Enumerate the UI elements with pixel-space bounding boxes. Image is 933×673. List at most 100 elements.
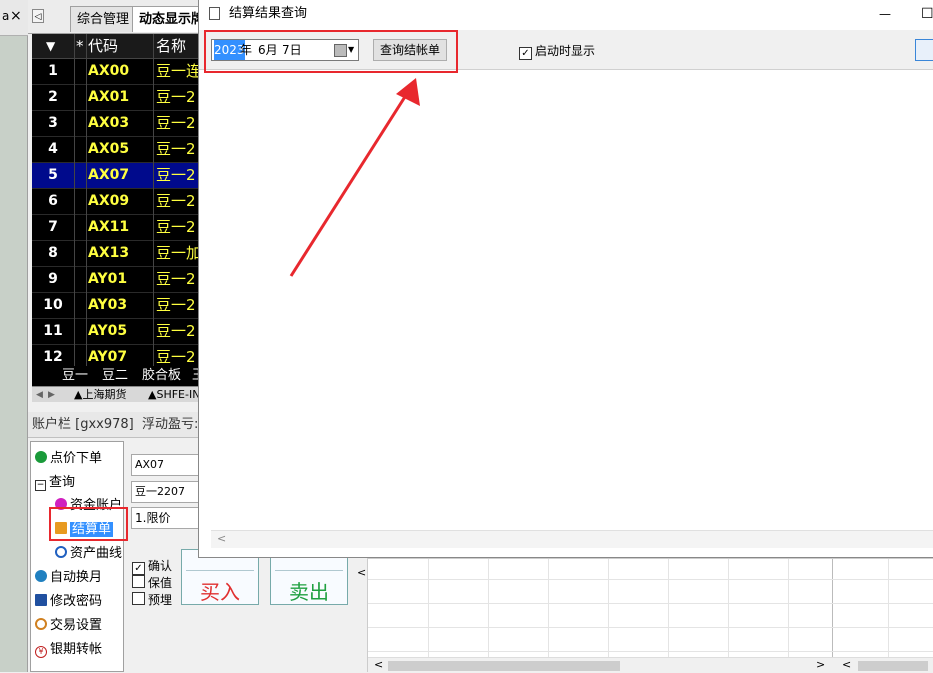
- tab-bar: ◁ 综合管理 动态显示牌: [28, 0, 208, 34]
- row-number: 11: [43, 323, 63, 339]
- contract-input[interactable]: 豆一2207: [131, 481, 201, 503]
- board-tab[interactable]: 胶合板: [142, 366, 181, 386]
- tree-item-order[interactable]: 点价下单: [35, 447, 102, 466]
- scroll-thumb[interactable]: [388, 661, 620, 671]
- left-panel-header: a ×: [0, 0, 28, 36]
- row-number: 10: [43, 297, 63, 313]
- row-number: 4: [48, 141, 58, 157]
- check-icon: ✓: [519, 47, 532, 60]
- row-number: 2: [48, 89, 58, 105]
- grid-header: ▼ * 代码 名称: [32, 34, 208, 59]
- row-code: AX03: [88, 115, 130, 131]
- tab-scroll-left-button[interactable]: ◁: [32, 9, 44, 23]
- star-column-header: *: [76, 37, 84, 55]
- sheet-nav-left-icon[interactable]: ◀: [36, 387, 43, 403]
- highlight-settlement-item: [49, 507, 128, 541]
- tree-item-change-password[interactable]: 修改密码: [35, 590, 102, 609]
- table-row[interactable]: 1 AX00 豆一连: [32, 59, 208, 85]
- row-number: 1: [48, 63, 58, 79]
- pre-order-checkbox[interactable]: 预埋: [132, 591, 172, 608]
- gear-icon: [35, 618, 47, 630]
- refresh-icon: [35, 570, 47, 582]
- row-number: 5: [48, 167, 58, 183]
- row-number: 8: [48, 245, 58, 261]
- dialog-title: 结算结果查询: [229, 6, 308, 21]
- table-row[interactable]: 10 AY03 豆一2: [32, 293, 208, 319]
- table-row[interactable]: 8 AX13 豆一加: [32, 241, 208, 267]
- sheet-nav-right-icon[interactable]: ▶: [48, 387, 55, 403]
- row-code: AX01: [88, 89, 130, 105]
- row-code: AY05: [88, 323, 128, 339]
- scroll-thumb[interactable]: [858, 661, 928, 671]
- name-column-header[interactable]: 名称: [156, 34, 186, 58]
- tab-dynamic-board[interactable]: 动态显示牌: [132, 6, 208, 32]
- annotation-arrow-icon: [289, 78, 420, 277]
- dialog-scrollbar[interactable]: <: [211, 530, 933, 548]
- row-number: 9: [48, 271, 58, 287]
- table-row[interactable]: 4 AX05 豆一2: [32, 137, 208, 163]
- table-row[interactable]: 11 AY05 豆一2: [32, 319, 208, 345]
- board-tab[interactable]: 豆一: [62, 366, 88, 386]
- row-code: AX05: [88, 141, 130, 157]
- tree-item-bank-transfer[interactable]: ¥ 银期转帐: [35, 638, 102, 658]
- row-number: 6: [48, 193, 58, 209]
- tree-item-asset-curve[interactable]: 资产曲线: [55, 542, 122, 561]
- code-column-header[interactable]: 代码: [88, 34, 118, 58]
- function-tree: 点价下单 − 查询 资金账户 结算单 资产曲线 自动换月 修改密码 交易设置 ¥ 银…: [30, 441, 124, 672]
- scroll-left-arrow-icon[interactable]: <: [842, 658, 851, 671]
- table-row[interactable]: 7 AX11 豆一2: [32, 215, 208, 241]
- row-code: AX07: [88, 167, 130, 183]
- account-bar: 账户栏 [gxx978] 浮动盈亏:: [28, 412, 208, 438]
- table-row[interactable]: 6 AX09 豆一2: [32, 189, 208, 215]
- code-input[interactable]: AX07: [131, 454, 201, 476]
- lower-scrollbar[interactable]: < > <: [368, 657, 933, 673]
- row-code: AX13: [88, 245, 130, 261]
- close-icon[interactable]: ×: [10, 8, 22, 24]
- hedge-checkbox[interactable]: 保值: [132, 574, 172, 591]
- table-row[interactable]: 9 AY01 豆一2: [32, 267, 208, 293]
- dialog-action-button[interactable]: [915, 39, 933, 61]
- collapse-icon[interactable]: −: [35, 480, 46, 491]
- board-tab[interactable]: 豆二: [102, 366, 128, 386]
- sheet-tabs: ◀ ▶ ▲上海期货 ▲SHFE-IN: [32, 386, 208, 402]
- splitter-left[interactable]: <: [354, 558, 368, 672]
- table-row[interactable]: 2 AX01 豆一2: [32, 85, 208, 111]
- price-type-select[interactable]: 1.限价: [131, 507, 201, 529]
- collapse-arrow-icon[interactable]: <: [357, 566, 366, 579]
- row-code: AX09: [88, 193, 130, 209]
- highlight-date-query: [204, 30, 458, 73]
- tree-item-auto-roll[interactable]: 自动换月: [35, 566, 102, 585]
- sheet-tab-shfe[interactable]: ▲SHFE-IN: [148, 387, 200, 403]
- scroll-right-arrow-icon[interactable]: >: [816, 658, 825, 671]
- scroll-left-arrow-icon[interactable]: <: [217, 532, 226, 545]
- yen-icon: ¥: [35, 646, 47, 658]
- order-icon: [35, 451, 47, 463]
- minimize-button[interactable]: —: [879, 0, 891, 28]
- board-selector: 豆一 豆二 胶合板 玉: [32, 366, 208, 386]
- search-icon: [55, 546, 67, 558]
- scroll-left-arrow-icon[interactable]: <: [374, 658, 383, 671]
- float-pl-label: 浮动盈亏:: [142, 417, 199, 432]
- left-panel-strip: [0, 0, 28, 672]
- row-code: AX11: [88, 219, 130, 235]
- row-code: AX00: [88, 63, 130, 79]
- tab-general-management[interactable]: 综合管理: [70, 6, 137, 32]
- row-code: AY03: [88, 297, 128, 313]
- dialog-titlebar: 结算结果查询 — ☐: [199, 0, 933, 30]
- table-row[interactable]: 3 AX03 豆一2: [32, 111, 208, 137]
- edit-icon: [35, 594, 47, 606]
- left-panel-glyph: a: [2, 9, 10, 23]
- table-row[interactable]: 5 AX07 豆一2: [32, 163, 208, 189]
- startup-show-checkbox[interactable]: ✓ 启动时显示: [519, 42, 595, 60]
- quote-grid: ▼ * 代码 名称 1 AX00 豆一连 2 AX01 豆一2 3 AX03 豆一2 4 AX05 豆…: [32, 34, 208, 386]
- row-number: 7: [48, 219, 58, 235]
- lower-data-area: < > <: [368, 558, 933, 673]
- row-code: AY01: [88, 271, 128, 287]
- sheet-tab-shanghai[interactable]: ▲上海期货: [74, 387, 126, 403]
- tree-item-trade-settings[interactable]: 交易设置: [35, 614, 102, 633]
- maximize-button[interactable]: ☐: [921, 0, 933, 28]
- confirm-checkbox[interactable]: ✓ 确认: [132, 557, 172, 575]
- tree-item-query[interactable]: − 查询: [35, 471, 75, 491]
- row-number: 3: [48, 115, 58, 131]
- sort-arrow-icon[interactable]: ▼: [46, 34, 55, 58]
